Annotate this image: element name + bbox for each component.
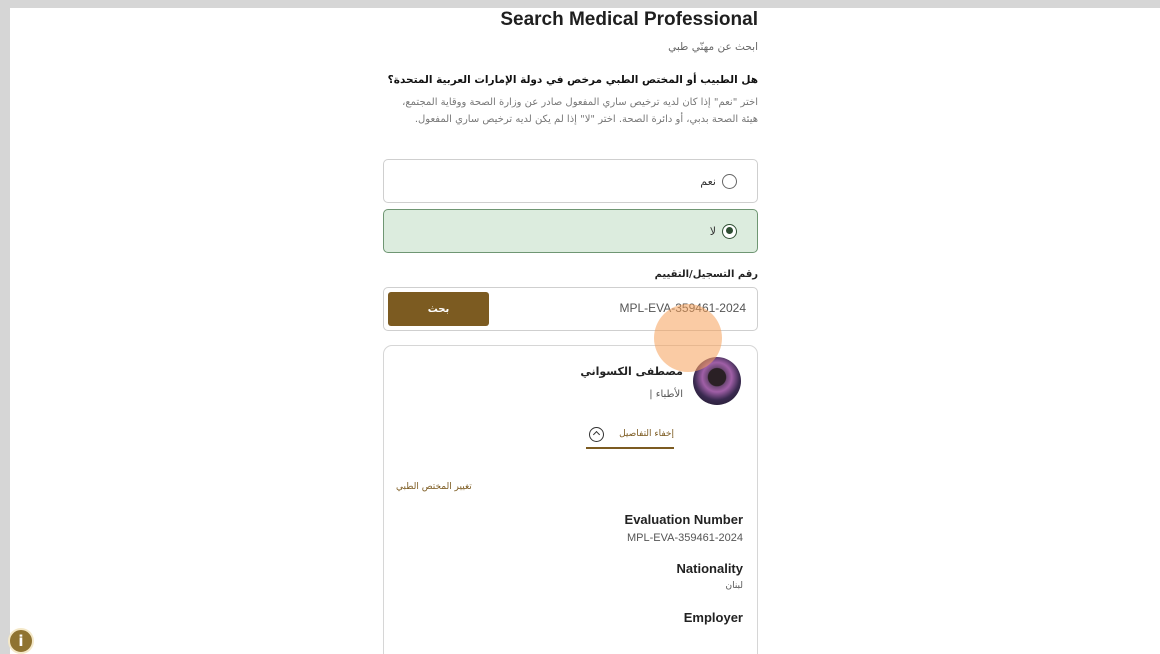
radio-yes-icon[interactable] bbox=[722, 173, 737, 189]
option-yes-label: نعم bbox=[700, 174, 716, 188]
chevron-up-icon[interactable] bbox=[589, 426, 604, 442]
page-subtitle: ابحث عن مهنّي طبي bbox=[668, 41, 758, 53]
cursor-highlight bbox=[654, 304, 722, 372]
change-professional-link[interactable]: تغيير المختص الطبي bbox=[396, 482, 472, 492]
nationality-value: لبنان bbox=[725, 581, 743, 591]
evaluation-number-label: Evaluation Number bbox=[624, 512, 743, 527]
hide-details-label[interactable]: إخفاء التفاصيل bbox=[619, 429, 674, 439]
employer-label: Employer bbox=[683, 610, 743, 625]
page: Search Medical Professional ابحث عن مهنّ… bbox=[10, 8, 1160, 654]
page-title: Search Medical Professional bbox=[500, 9, 758, 30]
option-no[interactable]: لا bbox=[383, 209, 758, 253]
registration-label: رقم التسجيل/التقييم bbox=[654, 269, 758, 280]
search-button[interactable]: بحث bbox=[388, 292, 489, 326]
option-no-label: لا bbox=[709, 224, 716, 238]
result-card: مصطفى الكسواني الأطباء | إخفاء التفاصيل … bbox=[383, 345, 758, 654]
hide-details-toggle[interactable]: إخفاء التفاصيل bbox=[586, 421, 674, 449]
licensed-question: هل الطبيب أو المختص الطبي مرخص في دولة ا… bbox=[387, 74, 758, 86]
accessibility-icon[interactable]: i bbox=[8, 628, 34, 654]
doctor-name: مصطفى الكسواني bbox=[580, 365, 683, 378]
doctor-specialty: الأطباء | bbox=[649, 389, 683, 400]
licensed-question-description: اختر "نعم" إذا كان لديه ترخيص ساري المفع… bbox=[402, 97, 758, 125]
evaluation-number-value: MPL-EVA-359461-2024 bbox=[627, 532, 743, 544]
option-yes[interactable]: نعم bbox=[383, 159, 758, 203]
nationality-label: Nationality bbox=[676, 561, 743, 576]
radio-no-icon[interactable] bbox=[722, 223, 737, 239]
